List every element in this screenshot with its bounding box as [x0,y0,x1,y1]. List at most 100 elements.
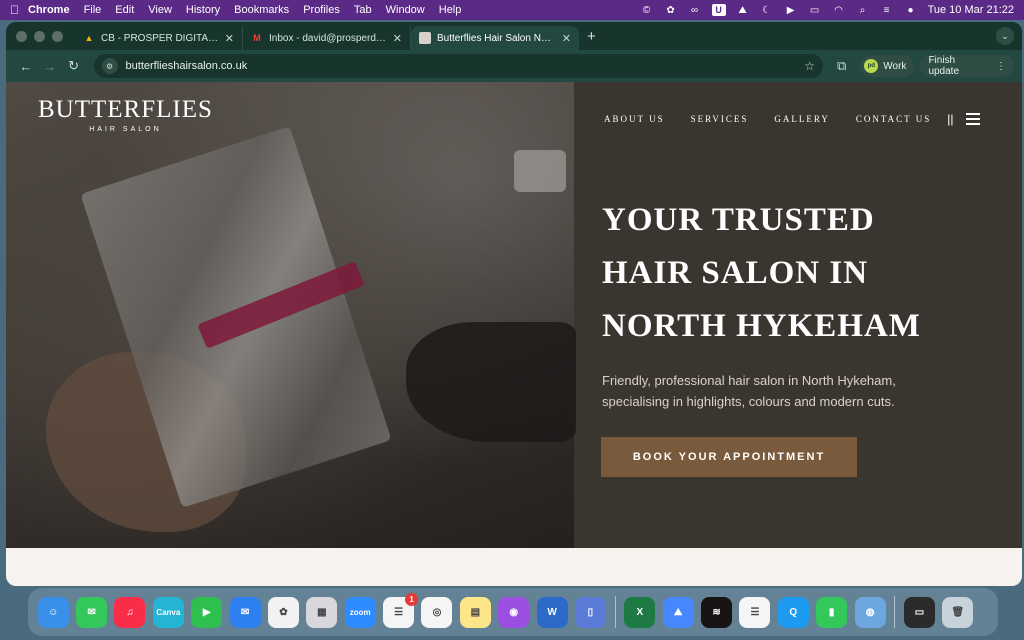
bookmark-star-icon[interactable]: ☆ [804,59,815,73]
more-menu-icon[interactable]: ⋮ [996,61,1006,72]
battery-icon[interactable]: ▭ [808,4,822,16]
chatgpt-status-icon[interactable]: ✿ [664,4,678,16]
tab-prosper-digital[interactable]: ▲ CB - PROSPER DIGITAL - Goo ✕ [75,26,243,50]
menu-profiles[interactable]: Profiles [303,4,340,16]
moon-icon[interactable]: ☾ [760,4,774,16]
nordvpn-status-icon[interactable]: ⛰ [736,4,750,16]
files-icon[interactable]: ◍ [854,596,886,628]
u-app-status-icon[interactable]: U [711,4,726,16]
excel-icon[interactable]: X [624,596,656,628]
music-icon[interactable]: ♫ [114,596,146,628]
menu-bookmarks[interactable]: Bookmarks [234,4,289,16]
window-controls [16,30,63,42]
hamburger-menu-icon[interactable] [965,113,980,125]
control-center-icon[interactable]: ≡ [880,4,894,16]
site-favicon-icon [419,32,431,44]
simulator-icon[interactable]: ▯ [574,596,606,628]
reminders-icon[interactable]: ☰ 1 [383,592,419,628]
numbers-icon[interactable]: ▮ [816,596,848,628]
menu-help[interactable]: Help [439,4,462,16]
chatgpt-icon[interactable]: ✿ [267,596,299,628]
canva-icon[interactable]: Canva [152,596,184,628]
extensions-icon[interactable]: ⧉ [837,58,846,74]
tab-butterflies[interactable]: Butterflies Hair Salon North H ✕ [411,26,579,50]
hero-subtext: Friendly, professional hair salon in Nor… [602,373,896,409]
trash-icon[interactable]: 🗑 [942,596,974,628]
launchpad-icon[interactable]: ▦ [306,596,338,628]
quicktime-icon[interactable]: Q [777,596,809,628]
headline-line-2: HAIR SALON IN [602,255,869,291]
nav-gallery[interactable]: GALLERY [774,114,830,124]
chrome-icon[interactable]: ◎ [421,596,453,628]
menu-history[interactable]: History [186,4,220,16]
search-icon[interactable]: ⌕ [856,4,870,16]
copyright-status-icon[interactable]: © [640,4,654,16]
url-text[interactable]: butterflieshairsalon.co.uk [126,60,805,72]
maximize-window-button[interactable] [52,30,63,42]
reload-icon[interactable]: ↻ [62,58,86,74]
menu-app-name[interactable]: Chrome [28,4,70,16]
mail-icon[interactable]: ✉ [229,596,261,628]
podcasts-icon[interactable]: ◉ [498,596,530,628]
menu-edit[interactable]: Edit [115,4,134,16]
nordvpn-icon[interactable]: ⛰ [662,596,694,628]
messages-icon[interactable]: ✉ [76,596,108,628]
address-bar[interactable]: ⚙ butterflieshairsalon.co.uk ☆ [93,54,823,78]
dock-separator [614,596,616,628]
google-drive-icon: ▲ [84,33,94,43]
back-icon[interactable]: ← [14,59,38,74]
tab-inbox[interactable]: M Inbox - david@prosperdigital. ✕ [243,26,411,50]
notes-icon[interactable]: ▤ [459,596,491,628]
wifi-icon[interactable]: ◠ [832,4,846,16]
menubar-clock[interactable]: Tue 10 Mar 21:22 [928,4,1014,16]
screen-thumbnail-icon[interactable]: ▭ [903,596,935,628]
profile-label: Work [883,60,907,72]
nav-divider: || [947,112,954,126]
site-nav: ABOUT US SERVICES GALLERY CONTACT US || [604,112,980,126]
finder-icon[interactable]: ☺ [37,596,69,628]
dock-separator [894,596,896,628]
profile-button[interactable]: pd Work [860,55,915,77]
minimize-window-button[interactable] [34,30,45,42]
book-appointment-button[interactable]: BOOK YOUR APPOINTMENT [601,437,857,477]
close-tab-icon[interactable]: ✕ [393,32,402,45]
macos-dock: ☺ ✉ ♫ Canva ▶ ✉ ✿ ▦ zoom ☰ 1 ◎ ▤ ◉ W ▯ X ⛰ ≋ ☰ Q ▮ ◍ ▭ 🗑 [28,588,998,636]
close-tab-icon[interactable]: ✕ [562,32,571,45]
nav-services[interactable]: SERVICES [691,114,749,124]
tab-search-icon[interactable]: ⌄ [996,27,1014,45]
menu-file[interactable]: File [84,4,102,16]
forward-icon[interactable]: → [38,59,62,74]
site-logo[interactable]: BUTTERFLIES HAIR SALON [38,96,213,133]
docs-icon[interactable]: ☰ [739,596,771,628]
gmail-icon: M [253,33,261,43]
siri-icon[interactable]: ● [904,4,918,16]
nav-contact-us[interactable]: CONTACT US [856,114,931,124]
apple-menu-icon[interactable]:  [10,3,28,17]
logo-sub-text: HAIR SALON [89,126,162,133]
page-viewport: BUTTERFLIES HAIR SALON ABOUT US SERVICES… [6,82,1022,586]
site-info-icon[interactable]: ⚙ [101,58,118,74]
browser-toolbar: ← → ↻ ⚙ butterflieshairsalon.co.uk ☆ ⧉ p… [6,50,1022,82]
finish-update-button[interactable]: Finish update ⋮ [920,55,1014,77]
spotify-icon[interactable]: ≋ [701,596,733,628]
menu-tab[interactable]: Tab [354,4,372,16]
close-window-button[interactable] [16,30,27,42]
creative-cloud-status-icon[interactable]: ∞ [688,4,702,16]
menu-window[interactable]: Window [386,4,425,16]
macos-menu-bar:  Chrome File Edit View History Bookmark… [0,0,1024,20]
logo-main-text: BUTTERFLIES [38,96,213,123]
hero-headline: YOUR TRUSTED HAIR SALON IN NORTH HYKEHAM [602,194,1002,353]
zoom-icon[interactable]: zoom [344,596,376,628]
new-tab-icon[interactable]: + [587,28,596,45]
tab-title: CB - PROSPER DIGITAL - Goo [101,32,219,44]
menu-view[interactable]: View [148,4,172,16]
facetime-icon[interactable]: ▶ [191,596,223,628]
profile-avatar-icon: pd [864,59,879,73]
menubar-status-area: © ✿ ∞ U ⛰ ☾ ▶ ▭ ◠ ⌕ ≡ ● Tue 10 Mar 21:22 [640,4,1014,16]
update-label: Finish update [928,55,960,77]
nav-about-us[interactable]: ABOUT US [604,114,665,124]
play-status-icon[interactable]: ▶ [784,4,798,16]
word-icon[interactable]: W [536,596,568,628]
tab-strip: ▲ CB - PROSPER DIGITAL - Goo ✕ M Inbox -… [6,22,1022,50]
close-tab-icon[interactable]: ✕ [225,32,234,45]
